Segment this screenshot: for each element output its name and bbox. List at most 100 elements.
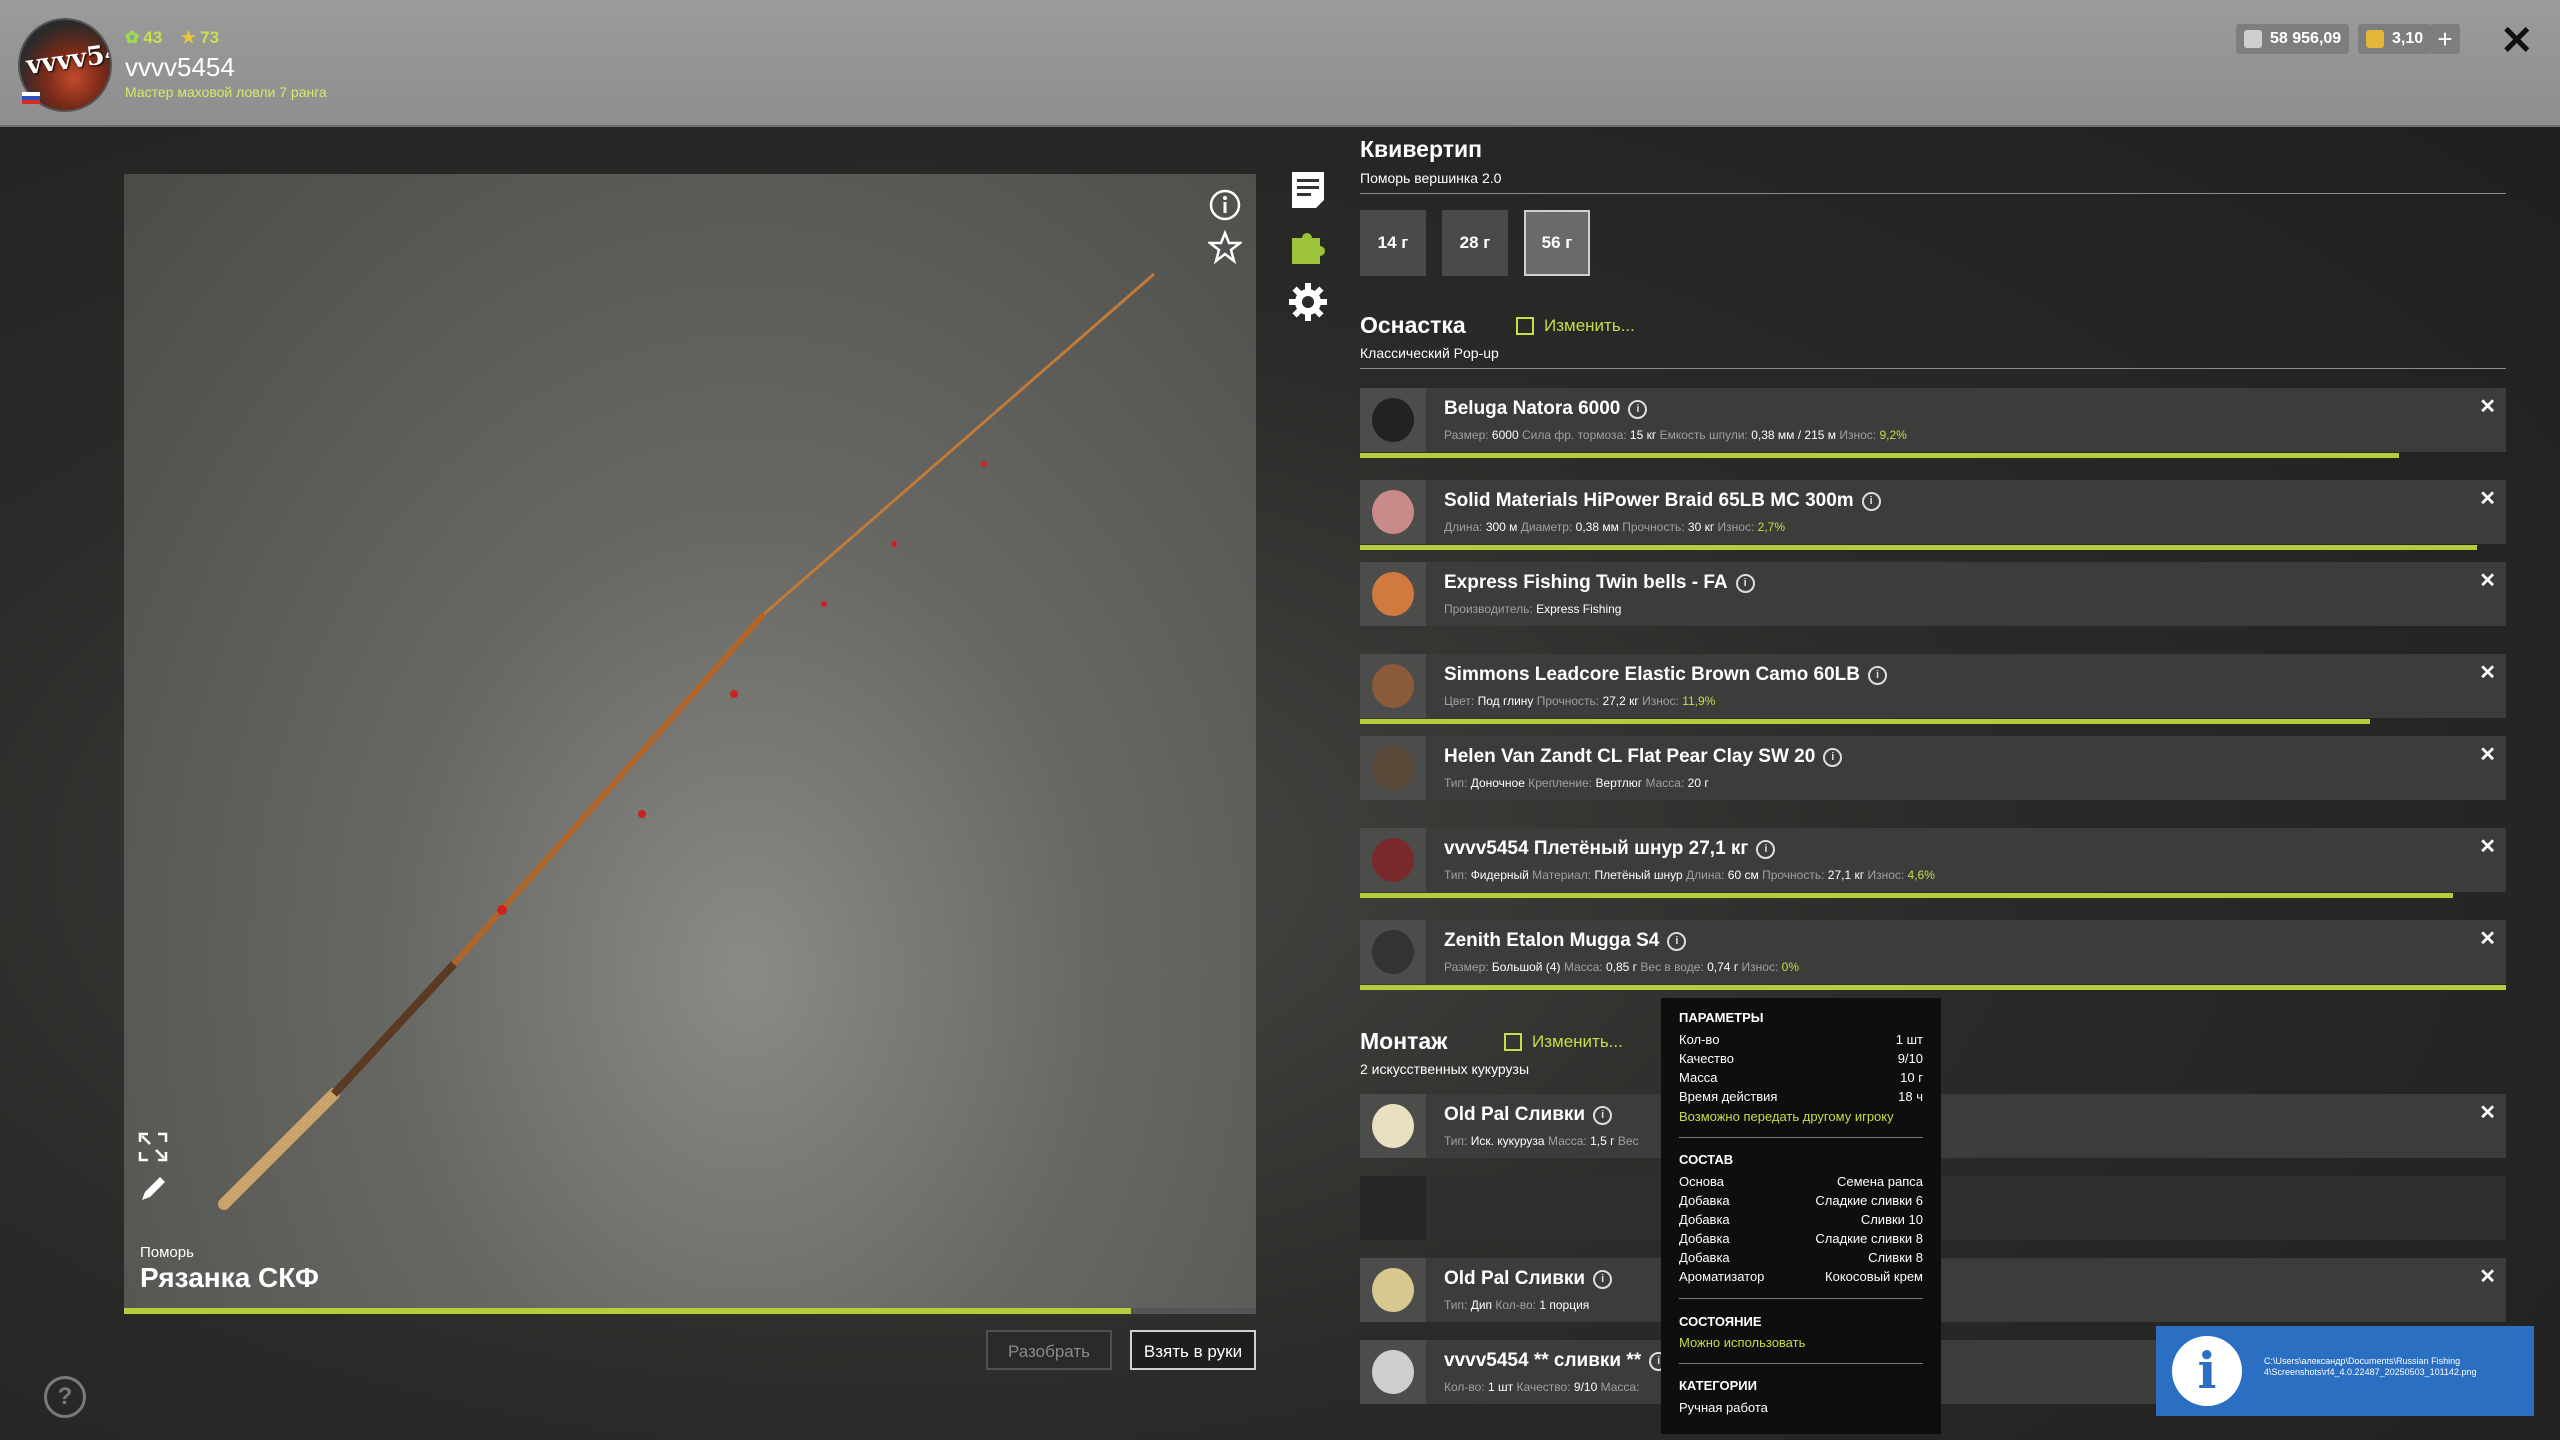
- remove-icon[interactable]: ✕: [2479, 1264, 2496, 1289]
- top-bar: vvvv5454 ✿ 43 ★ 73 vvvv5454 Мастер маховой…: [0, 0, 2560, 127]
- rig-item[interactable]: Express Fishing Twin bells - FA i Производ…: [1360, 562, 2506, 626]
- row-label: Добавка: [1679, 1231, 1730, 1246]
- param-value: 0,85 г: [1605, 960, 1638, 974]
- tip-weight-14[interactable]: 14 г: [1360, 210, 1426, 276]
- rig-item[interactable]: vvvv5454 Плетёный шнур 27,1 кг i Тип: Фиде…: [1360, 828, 2506, 898]
- info-icon[interactable]: i: [1756, 840, 1776, 859]
- rig-item[interactable]: Zenith Etalon Mugga S4 i Размер: Большой (…: [1360, 920, 2506, 990]
- item-name: Solid Materials HiPower Braid 65LB MC 30…: [1444, 490, 1881, 512]
- param-label: Сила фр. тормоза:: [1521, 428, 1627, 442]
- tip-weight-28[interactable]: 28 г: [1442, 210, 1508, 276]
- item-params: Тип: Дип Кол-во: 1 порция: [1444, 1298, 1589, 1312]
- item-name: Zenith Etalon Mugga S4 i: [1444, 930, 1687, 952]
- rig-title: Оснастка: [1360, 312, 1466, 338]
- info-icon[interactable]: i: [1823, 748, 1843, 767]
- gold-balance: 3,10: [2358, 24, 2432, 54]
- param-value: 1,5 г: [1590, 1134, 1615, 1148]
- tooltip-row: Качество 9/10: [1679, 1051, 1923, 1069]
- rig-change-link[interactable]: Изменить...: [1516, 316, 1635, 336]
- remove-icon[interactable]: ✕: [2479, 660, 2496, 685]
- item-name-text: Old Pal Сливки: [1444, 1104, 1586, 1125]
- row-label: Ароматизатор: [1679, 1269, 1765, 1284]
- item-thumbnail: [1360, 920, 1426, 984]
- param-value: Фидерный: [1470, 868, 1529, 882]
- bells-icon: [1372, 572, 1414, 616]
- tooltip-transfer-note: Возможно передать другому игроку: [1679, 1109, 1894, 1124]
- item-params: Размер: Большой (4) Масса: 0,85 г Вес в …: [1444, 960, 1799, 974]
- remove-icon[interactable]: ✕: [2479, 486, 2496, 511]
- rig-item[interactable]: Beluga Natora 6000 i Размер: 6000 Сила фр.…: [1360, 388, 2506, 458]
- silver-value: 58 956,09: [2270, 30, 2342, 47]
- remove-icon[interactable]: ✕: [2479, 742, 2496, 767]
- param-label: Вес: [1617, 1134, 1639, 1148]
- remove-icon[interactable]: ✕: [2479, 394, 2496, 419]
- rod-viewer[interactable]: [124, 174, 1256, 1314]
- wear-bar: [1360, 893, 2454, 898]
- tooltip-composition-title: Состав: [1679, 1152, 1734, 1167]
- item-name-text: Zenith Etalon Mugga S4: [1444, 930, 1660, 951]
- param-label: Вес в воде:: [1640, 960, 1704, 974]
- param-value: 0,38 мм: [1575, 520, 1619, 534]
- reel-icon: [1372, 398, 1414, 442]
- tooltip-state-value: Можно использовать: [1679, 1335, 1806, 1350]
- screenshot-notification[interactable]: i C:\Users\александр\Documents\Russian F…: [2156, 1326, 2534, 1416]
- take-in-hands-button[interactable]: Взять в руки: [1130, 1330, 1256, 1370]
- montage-change-link[interactable]: Изменить...: [1504, 1032, 1623, 1052]
- close-icon[interactable]: ✕: [2500, 18, 2534, 64]
- fullscreen-icon[interactable]: [136, 1130, 170, 1164]
- item-name: Beluga Natora 6000 i: [1444, 398, 1648, 420]
- rig-item[interactable]: Solid Materials HiPower Braid 65LB MC 30…: [1360, 480, 2506, 550]
- info-icon[interactable]: i: [1735, 574, 1755, 593]
- param-label: Износ:: [1717, 520, 1755, 534]
- item-name-text: vvvv5454 ** сливки **: [1444, 1350, 1642, 1371]
- item-params: Размер: 6000 Сила фр. тормоза: 15 кг Емк…: [1444, 428, 1907, 442]
- item-thumbnail: [1360, 480, 1426, 544]
- row-value: 9/10: [1897, 1051, 1923, 1066]
- favorite-star-icon[interactable]: [1208, 230, 1242, 264]
- info-icon[interactable]: i: [1868, 666, 1888, 685]
- param-value: Вертлюг: [1595, 776, 1643, 790]
- param-label: Масса:: [1645, 776, 1685, 790]
- disassemble-button[interactable]: Разобрать: [986, 1330, 1112, 1370]
- info-icon[interactable]: i: [1593, 1270, 1613, 1289]
- param-value: 9,2%: [1879, 428, 1907, 442]
- rig-item[interactable]: Simmons Leadcore Elastic Brown Camo 60LB…: [1360, 654, 2506, 724]
- wear-bar: [1360, 545, 2478, 550]
- remove-icon[interactable]: ✕: [2479, 568, 2496, 593]
- param-label: Масса:: [1600, 1380, 1640, 1394]
- param-label: Износ:: [1867, 868, 1905, 882]
- info-icon[interactable]: i: [1628, 400, 1648, 419]
- info-icon[interactable]: i: [1667, 932, 1687, 951]
- param-value: 20 г: [1687, 776, 1709, 790]
- param-label: Кол-во:: [1495, 1298, 1537, 1312]
- param-label: Тип:: [1444, 776, 1468, 790]
- edit-pencil-icon[interactable]: [136, 1172, 170, 1206]
- item-thumbnail: [1360, 828, 1426, 892]
- info-icon[interactable]: [1208, 188, 1242, 222]
- item-thumbnail: [1360, 1340, 1426, 1404]
- param-value: 27,2 кг: [1602, 694, 1639, 708]
- add-currency-button[interactable]: +: [2430, 24, 2460, 54]
- param-value: Под глину: [1477, 694, 1534, 708]
- tip-weight-56[interactable]: 56 г: [1524, 210, 1590, 276]
- param-value: 60 см: [1727, 868, 1759, 882]
- montage-change-label: Изменить...: [1532, 1032, 1623, 1051]
- settings-gear-icon[interactable]: [1288, 282, 1328, 322]
- info-icon[interactable]: i: [1593, 1106, 1613, 1125]
- remove-icon[interactable]: ✕: [2479, 834, 2496, 859]
- row-value: 1 шт: [1895, 1032, 1923, 1047]
- item-thumbnail: [1360, 736, 1426, 800]
- info-icon[interactable]: i: [1861, 492, 1881, 511]
- montage-subtitle: 2 искусственных кукурузы: [1360, 1061, 1530, 1077]
- tooltip-state-title: Состояние: [1679, 1314, 1762, 1329]
- rig-puzzle-icon[interactable]: [1288, 226, 1328, 266]
- rig-item[interactable]: Helen Van Zandt CL Flat Pear Clay SW 20 i…: [1360, 736, 2506, 800]
- remove-icon[interactable]: ✕: [2479, 926, 2496, 951]
- help-icon[interactable]: ?: [44, 1376, 86, 1418]
- row-label: Основа: [1679, 1174, 1725, 1189]
- remove-icon[interactable]: ✕: [2479, 1100, 2496, 1125]
- description-icon[interactable]: [1288, 170, 1328, 210]
- param-label: Размер:: [1444, 428, 1489, 442]
- quivertip-title: Квивертип: [1360, 136, 1482, 162]
- param-label: Износ:: [1839, 428, 1877, 442]
